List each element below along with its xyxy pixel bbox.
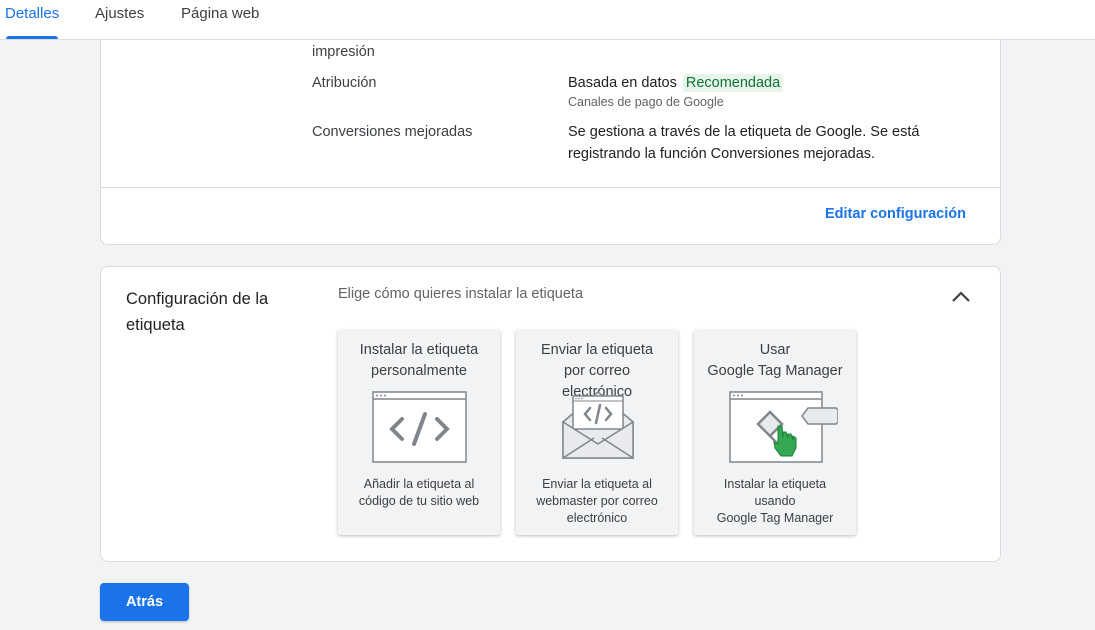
truncated-row-label: impresión [312,44,375,60]
recommended-badge: Recomendada [682,74,784,92]
attribution-value: Basada en datos Recomendada [568,72,784,94]
tab-details[interactable]: Detalles [5,5,59,22]
option-desc-line: usando [754,494,796,508]
enhanced-conversions-value-line1: Se gestiona a través de la etiqueta de G… [568,124,920,140]
email-envelope-icon [562,391,634,459]
tag-manager-icon [729,391,838,463]
option-title-line: por correo [563,363,631,379]
option-desc-line: webmaster por correo [536,494,658,508]
enhanced-conversions-label: Conversiones mejoradas [312,124,473,140]
attribution-subtext: Canales de pago de Google [568,95,724,109]
google-tag-manager-option[interactable]: Usar Google Tag Manager Instalar la etiq… [694,330,856,535]
option-desc-line: Google Tag Manager [716,511,834,525]
tab-web-page[interactable]: Página web [181,5,259,22]
divider [101,187,1000,188]
option-desc-line: electrónico [566,511,628,525]
option-title: Instalar la etiqueta personalmente [338,340,500,382]
details-card: impresión Atribución Basada en datos Reco… [100,40,1001,245]
active-tab-indicator [6,36,58,39]
option-title-line: Usar [759,342,791,358]
enhanced-conversions-value-line2: registrando la función Conversiones mejo… [568,146,876,162]
option-description: Añadir la etiqueta al código de tu sitio… [338,476,500,510]
attribution-model: Basada en datos [568,75,677,91]
option-title-line: Google Tag Manager [707,363,843,379]
option-title-line: Enviar la etiqueta [540,342,654,358]
tag-setup-subtitle: Elige cómo quieres instalar la etiqueta [338,286,584,302]
tag-setup-card: Configuración de la etiqueta Elige cómo … [100,266,1001,562]
code-window-icon [372,391,467,463]
option-desc-line: Instalar la etiqueta [723,477,827,491]
option-title: Usar Google Tag Manager [694,340,856,382]
back-button[interactable]: Atrás [100,583,189,621]
option-description: Instalar la etiqueta usando Google Tag M… [694,476,856,527]
option-description: Enviar la etiqueta al webmaster por corr… [516,476,678,527]
install-manually-option[interactable]: Instalar la etiqueta personalmente Añadi… [338,330,500,535]
option-desc-line: Añadir la etiqueta al [363,477,475,491]
chevron-up-icon[interactable] [950,287,972,307]
tab-bar: Detalles Ajustes Página web [0,0,1095,40]
option-desc-line: Enviar la etiqueta al [542,477,652,491]
tab-settings[interactable]: Ajustes [95,5,144,22]
tag-setup-title: Configuración de la etiqueta [126,290,269,334]
edit-configuration-link[interactable]: Editar configuración [825,206,966,222]
option-desc-line: código de tu sitio web [358,494,480,508]
attribution-label: Atribución [312,75,377,91]
option-title-line: Instalar la etiqueta [359,342,479,358]
email-tag-option[interactable]: Enviar la etiqueta por correo electrónic… [516,330,678,535]
option-title-line: personalmente [371,363,467,379]
